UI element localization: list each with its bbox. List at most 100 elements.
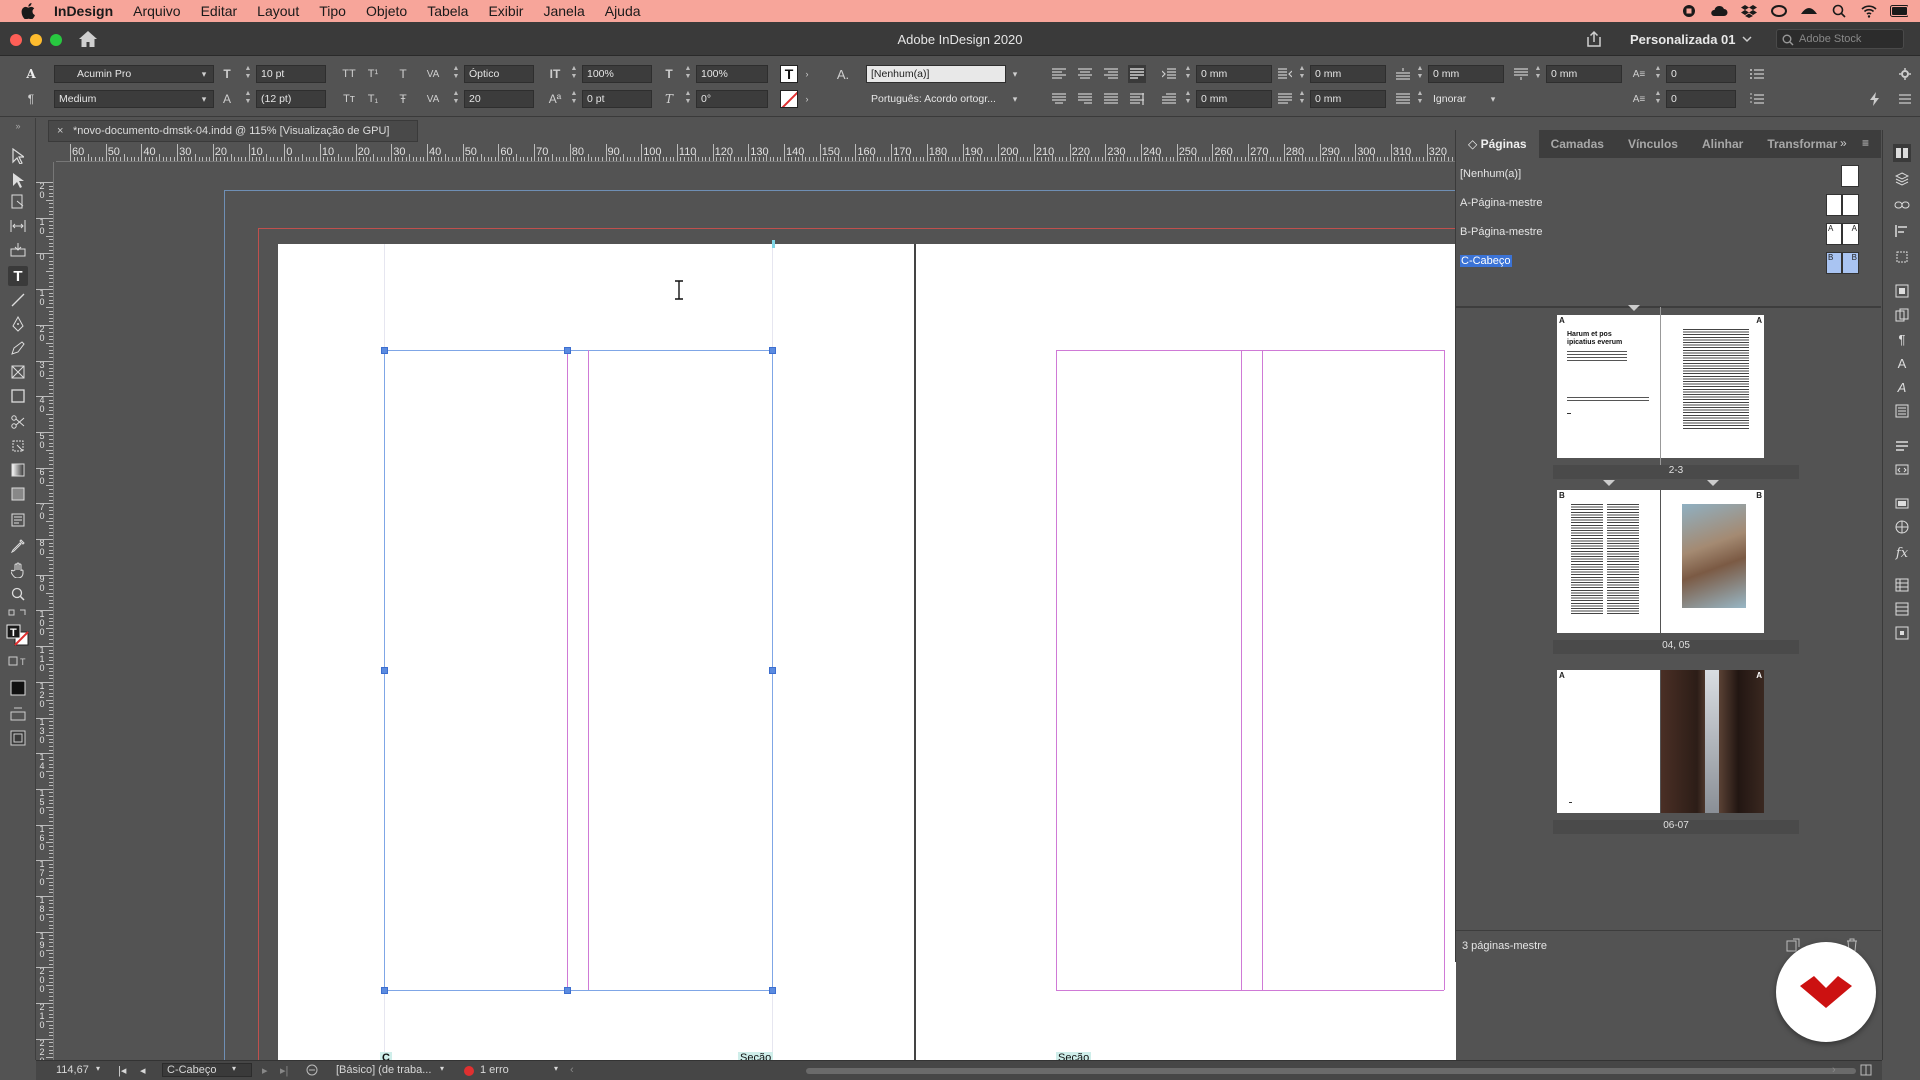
left-indent-field[interactable]: 0 mm	[1196, 65, 1272, 83]
align-towards-spine-icon[interactable]	[1128, 90, 1146, 108]
last-page-icon[interactable]: ▸|	[280, 1064, 288, 1077]
eyedropper-tool-icon[interactable]	[8, 536, 28, 556]
panel-divider[interactable]	[1456, 306, 1881, 308]
wifi-icon[interactable]	[1860, 3, 1878, 19]
tab-layers[interactable]: Camadas	[1539, 130, 1616, 158]
share-icon[interactable]	[1585, 30, 1603, 48]
glyphs-panel-icon[interactable]: A	[1893, 378, 1911, 396]
master-c-cabeco[interactable]: C-Cabeço B B	[1456, 247, 1881, 275]
chevron-down-icon[interactable]: ▾	[199, 91, 209, 107]
split-window-icon[interactable]	[1860, 1064, 1872, 1079]
cell-styles-icon[interactable]	[1893, 624, 1911, 642]
stepper-icon[interactable]: ▲ ▼	[452, 65, 460, 83]
language-field[interactable]: Português: Acordo ortogr...	[866, 90, 1020, 108]
stepper-icon[interactable]: ▲ ▼	[452, 90, 460, 108]
space-before-field[interactable]: 0 mm	[1428, 65, 1504, 83]
stepper-icon[interactable]: ▲ ▼	[1184, 90, 1192, 108]
hand-tool-icon[interactable]	[8, 560, 28, 580]
stepper-icon[interactable]: ▲ ▼	[1298, 90, 1306, 108]
all-caps-icon[interactable]: TT	[340, 65, 358, 83]
stepper-icon[interactable]: ▲ ▼	[1416, 90, 1424, 108]
spread-06-07[interactable]: A A 06-07	[1553, 670, 1799, 835]
page-thumbnail-3[interactable]: A	[1661, 315, 1764, 458]
frame-handle[interactable]	[769, 987, 776, 994]
grid-align-field[interactable]: Ignorar	[1428, 90, 1484, 108]
preflight-profile[interactable]: [Básico] (de traba...	[336, 1064, 431, 1076]
chevron-down-icon[interactable]: ▾	[1010, 66, 1020, 82]
master-a[interactable]: A-Página-mestre	[1456, 189, 1881, 217]
effects-panel-icon[interactable]	[1893, 436, 1911, 454]
gradient-swatch-tool-icon[interactable]	[8, 460, 28, 480]
tab-pages[interactable]: ◇ Páginas	[1456, 130, 1539, 158]
gradient-feather-tool-icon[interactable]	[8, 484, 28, 504]
frame-handle[interactable]	[564, 987, 571, 994]
paragraph-mode-icon[interactable]: ¶	[22, 90, 40, 108]
strikethrough-icon[interactable]: Ŧ	[394, 90, 412, 108]
stroke-panel-icon[interactable]	[1893, 282, 1911, 300]
table-styles-icon[interactable]	[1893, 600, 1911, 618]
character-mode-icon[interactable]: A	[22, 65, 40, 83]
horizontal-scrollbar[interactable]	[806, 1068, 1856, 1074]
justify-left-icon[interactable]	[1128, 65, 1146, 83]
page-thumbnail-7[interactable]: A	[1661, 670, 1764, 813]
numbering-icon[interactable]	[1748, 90, 1766, 108]
apple-icon[interactable]	[20, 3, 36, 19]
direct-selection-tool-icon[interactable]	[8, 170, 28, 190]
search-icon[interactable]	[1830, 3, 1848, 19]
chevron-down-icon[interactable]	[1742, 34, 1752, 44]
stepper-icon[interactable]: ▲ ▼	[1534, 65, 1542, 83]
leading-field[interactable]: (12 pt)	[256, 90, 326, 108]
frame-handle[interactable]	[769, 667, 776, 674]
rectangle-frame-tool-icon[interactable]	[8, 362, 28, 382]
align-right-icon[interactable]	[1102, 65, 1120, 83]
stepper-icon[interactable]: ▲ ▼	[684, 90, 692, 108]
selection-tool-icon[interactable]	[8, 146, 28, 166]
creative-cloud-icon[interactable]	[1770, 3, 1788, 19]
menu-layout[interactable]: Layout	[257, 3, 299, 19]
zoom-level[interactable]: 114,67	[56, 1064, 89, 1076]
dropbox-icon[interactable]	[1740, 3, 1758, 19]
tracking-field[interactable]: 20	[464, 90, 534, 108]
justify-right-icon[interactable]	[1076, 90, 1094, 108]
chevron-right-icon[interactable]: ›	[802, 91, 812, 107]
page-tool-icon[interactable]	[8, 192, 28, 212]
fill-stroke-swatch[interactable]: T	[6, 624, 30, 646]
align-panel-icon[interactable]	[1893, 222, 1911, 240]
scroll-left-icon[interactable]: ‹	[570, 1064, 574, 1076]
spread-2-3[interactable]: A Harum et pos ipicatius everum A 2-3	[1553, 305, 1799, 480]
free-transform-tool-icon[interactable]	[8, 436, 28, 456]
pen-tool-icon[interactable]	[8, 314, 28, 334]
layers-panel-icon[interactable]	[1893, 170, 1911, 188]
rectangle-tool-icon[interactable]	[8, 386, 28, 406]
stepper-icon[interactable]: ▲ ▼	[1654, 65, 1662, 83]
panel-menu-icon[interactable]	[1896, 90, 1914, 108]
battery-icon[interactable]	[1890, 3, 1908, 19]
stepper-icon[interactable]: ▲ ▼	[244, 90, 252, 108]
bullets-icon[interactable]	[1748, 65, 1766, 83]
swatches-panel-icon[interactable]	[1893, 306, 1911, 324]
tab-transform[interactable]: Transformar	[1755, 130, 1849, 158]
menu-janela[interactable]: Janela	[543, 3, 584, 19]
stepper-icon[interactable]: ▲ ▼	[1184, 65, 1192, 83]
align-center-icon[interactable]	[1076, 65, 1094, 83]
scissors-tool-icon[interactable]	[8, 412, 28, 432]
master-b[interactable]: B-Página-mestre A A	[1456, 218, 1881, 246]
tab-align[interactable]: Alinhar	[1690, 130, 1755, 158]
chevron-down-icon[interactable]: ▾	[96, 1064, 100, 1073]
menu-objeto[interactable]: Objeto	[366, 3, 407, 19]
previous-page-icon[interactable]: ◂	[140, 1064, 146, 1077]
transform-panel-icon[interactable]	[1893, 248, 1911, 266]
right-page[interactable]: Seção C	[916, 244, 1456, 1060]
preflight-errors[interactable]: 1 erro	[480, 1064, 509, 1076]
frame-handle[interactable]	[381, 667, 388, 674]
page-selector[interactable]: C-Cabeço	[162, 1063, 252, 1077]
text-wrap-icon[interactable]	[1893, 402, 1911, 420]
pasteboard[interactable]: C Seção Seção C	[56, 162, 1456, 1060]
menu-ajuda[interactable]: Ajuda	[605, 3, 641, 19]
text-stroke-swatch[interactable]	[780, 90, 798, 108]
drop-cap-chars-field[interactable]: 0	[1666, 90, 1736, 108]
underline-icon[interactable]: T	[394, 65, 412, 83]
export-panel-icon[interactable]	[1893, 460, 1911, 478]
text-fill-swatch[interactable]: T	[780, 65, 798, 83]
menu-arquivo[interactable]: Arquivo	[133, 3, 180, 19]
